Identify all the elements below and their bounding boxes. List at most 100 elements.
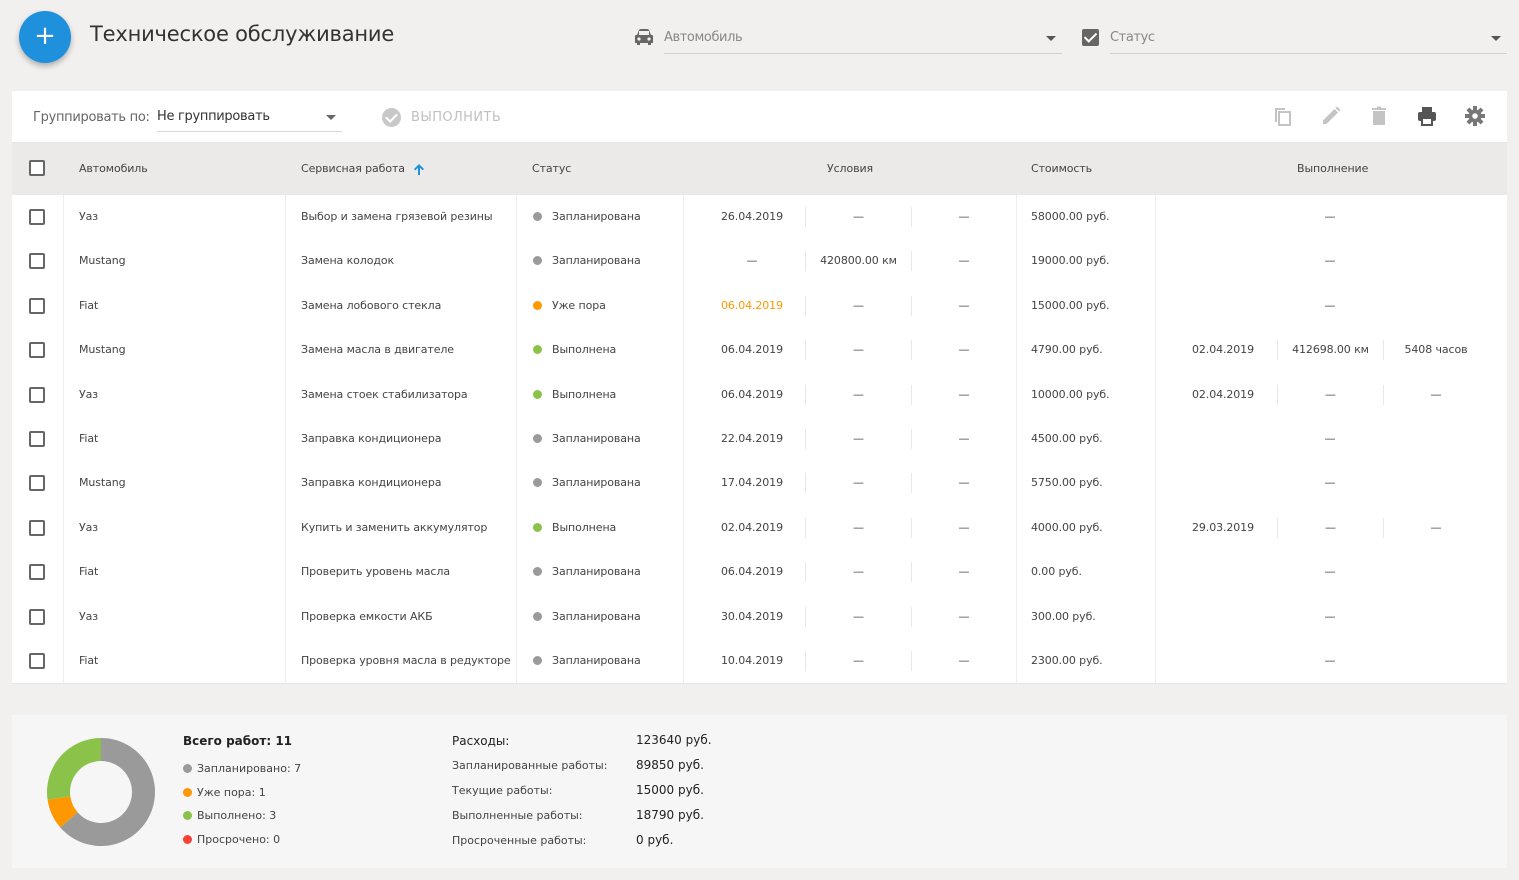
table-row[interactable]: Fiat Проверка уровня масла в редукторе Зап… — [12, 639, 1507, 683]
row-checkbox[interactable] — [29, 253, 45, 270]
service-cell: Выбор и замена грязевой резины — [301, 210, 493, 223]
expense-label: Текущие работы: — [452, 784, 553, 797]
status-dot — [533, 300, 542, 310]
status-dot — [533, 478, 542, 488]
expense-value: 18790 руб. — [636, 808, 704, 822]
row-checkbox[interactable] — [29, 431, 45, 447]
condition-hours-cell: — — [958, 654, 970, 667]
donut-slice — [47, 738, 101, 800]
legend-item: Просрочено: 0 — [183, 833, 280, 846]
expense-value: 89850 руб. — [636, 758, 704, 772]
service-cell: Заправка кондиционера — [301, 432, 442, 445]
status-dot — [533, 434, 542, 443]
column-header-cost[interactable]: Стоимость — [1031, 162, 1092, 175]
service-cell: Замена стоек стабилизатора — [301, 387, 468, 401]
row-checkbox[interactable] — [29, 608, 45, 625]
sort-ascending-icon[interactable] — [414, 163, 425, 175]
row-checkbox[interactable] — [29, 519, 45, 536]
condition-date-cell: 30.04.2019 — [721, 609, 783, 623]
car-filter[interactable]: Автомобиль — [634, 22, 1062, 54]
settings-icon[interactable] — [1464, 105, 1486, 127]
chevron-down-icon — [1491, 36, 1501, 41]
table-row[interactable]: Уаз Выбор и замена грязевой резины Заплани… — [12, 195, 1507, 239]
car-cell: Уаз — [79, 387, 98, 401]
table-row[interactable]: Уаз Замена стоек стабилизатора Выполнена 06… — [12, 373, 1507, 417]
print-icon[interactable] — [1416, 105, 1438, 127]
page-title: Техническое обслуживание — [90, 22, 395, 46]
status-dot — [533, 256, 542, 266]
table-row[interactable]: Fiat Заправка кондиционера Запланирована 22… — [12, 417, 1507, 461]
row-checkbox[interactable] — [29, 564, 45, 581]
status-cell: Запланирована — [552, 254, 641, 268]
car-cell: Уаз — [79, 520, 98, 534]
car-cell: Fiat — [79, 565, 99, 579]
table-header: Автомобиль Сервисная работа Статус Услов… — [12, 143, 1507, 195]
car-filter-select[interactable]: Автомобиль — [664, 22, 1062, 54]
group-by-label: Группировать по: — [33, 110, 150, 125]
table-row[interactable]: Mustang Замена колодок Запланирована — 42080… — [12, 239, 1507, 283]
row-checkbox[interactable] — [29, 386, 45, 403]
row-checkbox[interactable] — [29, 475, 45, 492]
condition-km-cell: — — [853, 654, 864, 667]
copy-icon[interactable] — [1271, 105, 1293, 127]
column-header-car[interactable]: Автомобиль — [79, 162, 148, 175]
execute-button[interactable]: ВЫПОЛНИТЬ — [382, 106, 501, 128]
status-dot — [533, 656, 542, 665]
completion-date-cell: 02.04.2019 — [1192, 343, 1254, 357]
completion-hours-cell: — — [1430, 520, 1442, 534]
table-row[interactable]: Mustang Заправка кондиционера Запланирован… — [12, 461, 1507, 505]
edit-icon[interactable] — [1320, 105, 1342, 127]
column-header-status[interactable]: Статус — [532, 162, 571, 175]
condition-date-cell: 26.04.2019 — [721, 210, 783, 223]
group-by-select[interactable]: Не группировать — [157, 103, 342, 132]
select-all-checkbox[interactable] — [29, 160, 45, 176]
table-row[interactable]: Mustang Замена масла в двигателе Выполнена… — [12, 328, 1507, 372]
chevron-down-icon — [1046, 36, 1056, 41]
table-row[interactable]: Уаз Купить и заменить аккумулятор Выполнен… — [12, 506, 1507, 550]
status-cell: Запланирована — [552, 609, 641, 623]
condition-km-cell: 420800.00 км — [820, 254, 897, 268]
status-cell: Запланирована — [552, 565, 641, 579]
condition-hours-cell: — — [958, 520, 970, 534]
checkbox-checked-icon[interactable] — [1082, 29, 1099, 46]
condition-hours-cell: — — [958, 298, 970, 312]
row-checkbox[interactable] — [29, 653, 45, 669]
column-header-service[interactable]: Сервисная работа — [301, 162, 425, 175]
car-cell: Уаз — [79, 609, 98, 623]
status-dot — [533, 567, 542, 577]
table-bottom-border — [12, 683, 1507, 684]
add-button[interactable]: + — [19, 11, 71, 63]
table-row[interactable]: Fiat Замена лобового стекла Уже пора 06.04.… — [12, 284, 1507, 328]
status-dot — [533, 345, 542, 355]
column-header-conditions[interactable]: Условия — [827, 162, 873, 175]
maintenance-table-card: Группировать по: Не группировать ВЫПОЛНИ… — [12, 91, 1507, 684]
cost-cell: 4000.00 руб. — [1031, 520, 1103, 534]
completion-cell: — — [1324, 254, 1336, 268]
legend-label: Запланировано: 7 — [197, 762, 302, 775]
completion-km-cell: — — [1325, 520, 1336, 534]
completion-cell: — — [1324, 565, 1336, 579]
cost-cell: 19000.00 руб. — [1031, 254, 1110, 268]
status-filter[interactable]: Статус — [1082, 22, 1507, 54]
row-checkbox[interactable] — [29, 297, 45, 314]
column-header-completion[interactable]: Выполнение — [1297, 162, 1368, 175]
status-cell: Выполнена — [552, 520, 617, 534]
table-row[interactable]: Уаз Проверка емкости АКБ Запланирована 30.0… — [12, 595, 1507, 639]
row-checkbox[interactable] — [29, 209, 45, 225]
legend-label: Уже пора: 1 — [197, 785, 266, 799]
condition-hours-cell: — — [958, 432, 970, 445]
check-circle-icon — [382, 107, 401, 127]
status-filter-select[interactable]: Статус — [1110, 22, 1507, 54]
cost-cell: 5750.00 руб. — [1031, 476, 1103, 490]
cost-cell: 58000.00 руб. — [1031, 210, 1110, 223]
summary-panel: Всего работ: 11 Запланировано: 7 Уже пора… — [12, 715, 1507, 868]
table-row[interactable]: Fiat Проверить уровень масла Запланирована… — [12, 550, 1507, 594]
delete-icon[interactable] — [1368, 105, 1390, 127]
car-cell: Fiat — [79, 298, 99, 312]
legend-label: Выполнено: 3 — [197, 809, 277, 822]
row-checkbox[interactable] — [29, 342, 45, 359]
status-donut-chart — [47, 738, 155, 846]
completion-hours-cell: — — [1430, 387, 1442, 401]
cost-cell: 10000.00 руб. — [1031, 387, 1110, 401]
car-filter-placeholder: Автомобиль — [664, 30, 743, 45]
